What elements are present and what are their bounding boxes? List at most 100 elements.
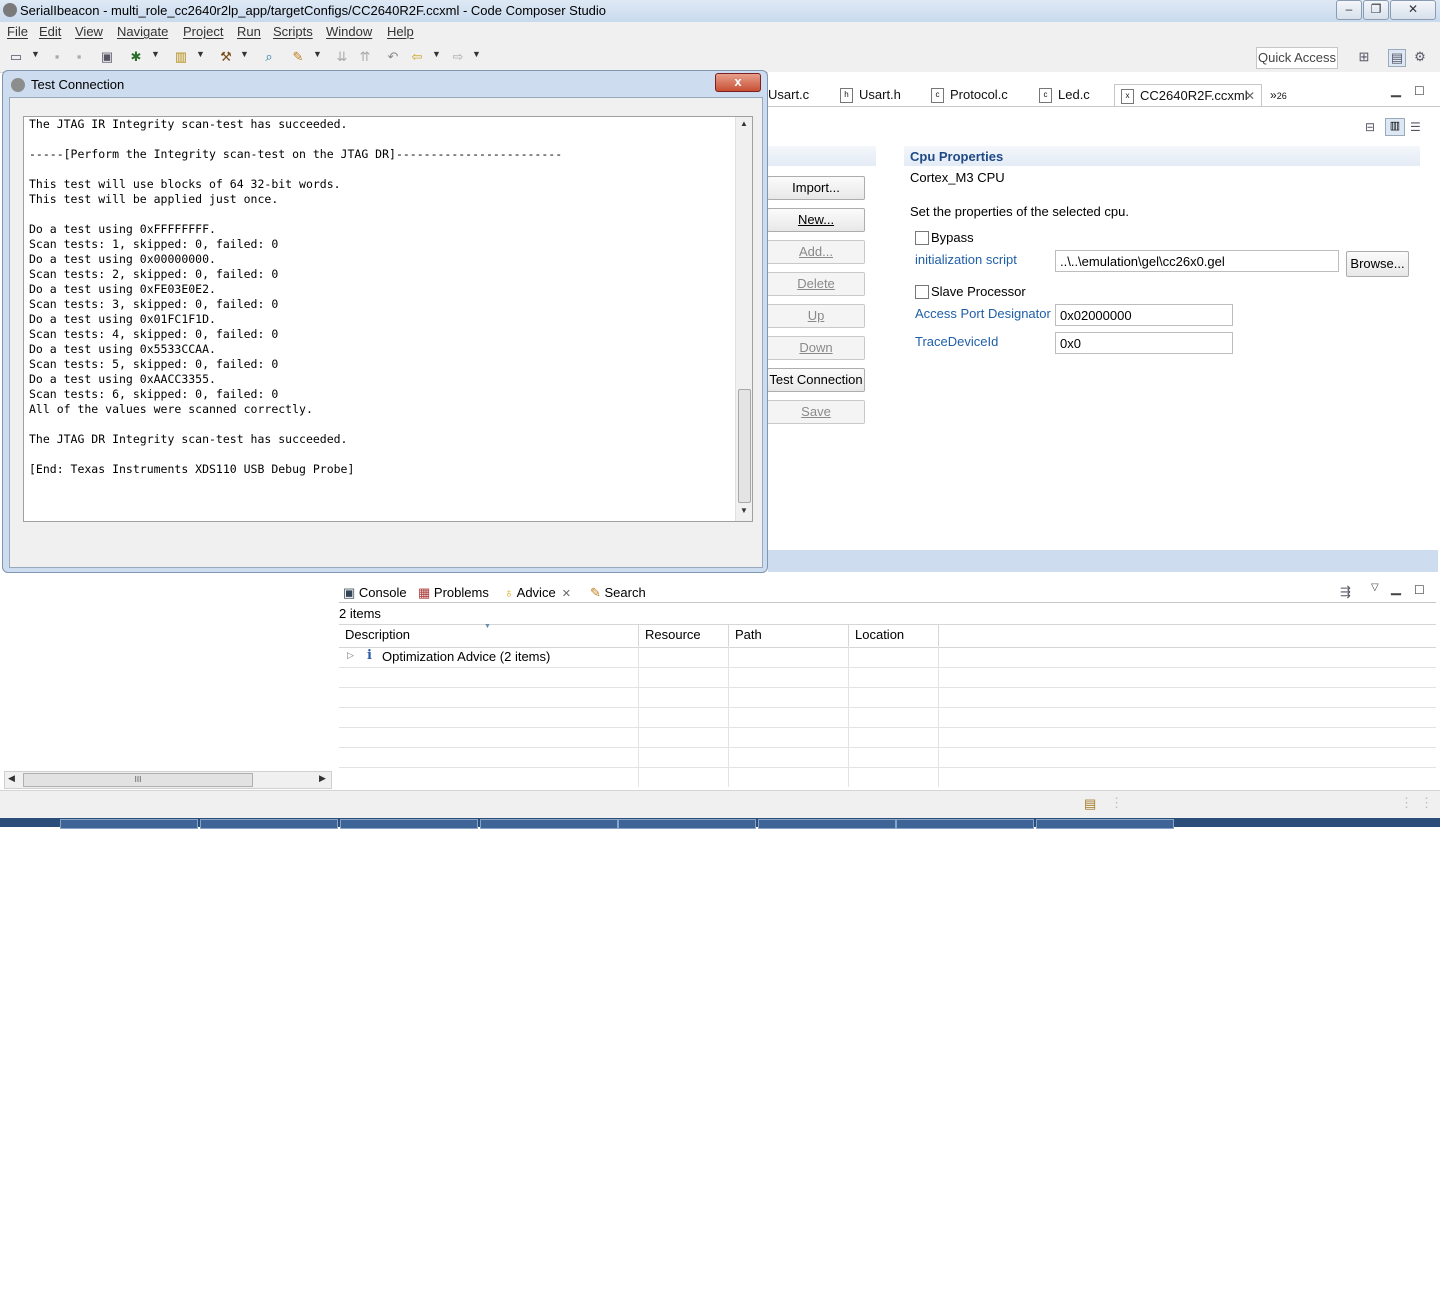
dropdown-arrow-icon[interactable]: ▼ (151, 49, 160, 59)
test-connection-button[interactable]: Test Connection (767, 368, 865, 392)
view-menu-icon[interactable]: ▽ (1371, 582, 1379, 593)
save-icon[interactable]: ▪ (49, 49, 65, 65)
tab-problems[interactable]: ▦ Problems (418, 584, 489, 602)
column-location[interactable]: Location (849, 624, 939, 646)
tab-protocol-c[interactable]: c Protocol.c (931, 84, 1008, 106)
list-icon[interactable]: ☰ (1410, 120, 1421, 134)
hammer-icon[interactable]: ⚒ (218, 49, 234, 65)
menu-edit[interactable]: Edit (39, 24, 61, 39)
next-annotation-icon[interactable]: ⇊ (334, 49, 350, 65)
taskbar-item[interactable] (896, 819, 1034, 829)
forward-icon[interactable]: ⇨ (450, 49, 466, 65)
menu-navigate[interactable]: Navigate (117, 24, 168, 39)
layout-icon[interactable]: ▥ (1385, 118, 1405, 136)
log-vertical-scrollbar[interactable]: ▲ ▼ (735, 117, 752, 521)
tab-overflow[interactable]: »26 (1270, 84, 1287, 106)
slave-processor-checkbox[interactable] (915, 285, 929, 299)
menu-view[interactable]: View (75, 24, 103, 39)
back-icon[interactable]: ⇦ (409, 49, 425, 65)
tab-usart-c[interactable]: Usart.c (768, 84, 809, 106)
column-resource[interactable]: Resource (639, 624, 729, 646)
restore-button[interactable]: ❐ (1363, 0, 1389, 20)
menu-window[interactable]: Window (326, 24, 372, 39)
tab-led-c[interactable]: c Led.c (1039, 84, 1090, 106)
table-row[interactable]: ▷ i Optimization Advice (2 items) (339, 647, 1436, 667)
taskbar-item[interactable] (480, 819, 618, 829)
build-status-icon[interactable]: ▤ (1084, 796, 1096, 812)
save-button[interactable]: Save (767, 400, 865, 424)
scroll-right-icon[interactable]: ▶ (319, 773, 326, 784)
window-close-button[interactable]: ✕ (1390, 0, 1436, 20)
quick-access-field[interactable]: Quick Access (1256, 47, 1338, 69)
dropdown-arrow-icon[interactable]: ▼ (31, 49, 40, 59)
dropdown-arrow-icon[interactable]: ▼ (240, 49, 249, 59)
ccs-debug-perspective-icon[interactable]: ⚙ (1412, 49, 1428, 65)
last-edit-icon[interactable]: ↶ (385, 49, 401, 65)
scroll-up-icon[interactable]: ▲ (740, 119, 748, 128)
access-port-field[interactable]: 0x02000000 (1055, 304, 1233, 326)
flash-icon[interactable]: ✎ (290, 49, 306, 65)
debug-icon[interactable]: ✱ (128, 49, 144, 65)
add-button[interactable]: Add... (767, 240, 865, 264)
menu-run[interactable]: Run (237, 24, 261, 39)
search-icon[interactable]: ⌕ (261, 49, 277, 65)
build-icon[interactable]: ▥ (173, 49, 189, 65)
import-button[interactable]: Import... (767, 176, 865, 200)
taskbar-item[interactable] (340, 819, 478, 829)
browse-button[interactable]: Browse... (1346, 251, 1409, 277)
trace-device-field[interactable]: 0x0 (1055, 332, 1233, 354)
menu-project[interactable]: Project (183, 24, 223, 39)
tab-cc2640r2f-ccxml[interactable]: x CC2640R2F.ccxml ✕ (1114, 84, 1262, 106)
scrollbar-thumb[interactable]: III (23, 773, 253, 787)
taskbar-item[interactable] (758, 819, 896, 829)
filter-icon[interactable]: ⇶ (1340, 584, 1351, 600)
delete-button[interactable]: Delete (767, 272, 865, 296)
close-tab-icon[interactable]: ✕ (562, 588, 571, 600)
tab-label: Usart.c (768, 87, 810, 102)
taskbar-item[interactable] (1036, 819, 1174, 829)
down-button[interactable]: Down (767, 336, 865, 360)
tab-advice[interactable]: ♁ Advice ✕ (504, 584, 571, 603)
open-perspective-icon[interactable]: ⊞ (1356, 49, 1372, 65)
terminal-icon[interactable]: ▣ (99, 49, 115, 65)
new-file-icon[interactable]: ▭ (8, 49, 24, 65)
dropdown-arrow-icon[interactable]: ▼ (196, 49, 205, 59)
init-script-field[interactable]: ..\..\emulation\gel\cc26x0.gel (1055, 250, 1339, 272)
dialog-close-button[interactable]: x (715, 73, 761, 92)
minimize-editor-icon[interactable]: ▁ (1391, 82, 1401, 98)
column-divider (938, 646, 939, 787)
bypass-checkbox[interactable] (915, 231, 929, 245)
panel-divider (339, 602, 1436, 603)
horizontal-scrollbar[interactable]: ◀ III ▶ (4, 771, 332, 789)
maximize-editor-icon[interactable]: ☐ (1414, 84, 1425, 98)
scroll-left-icon[interactable]: ◀ (8, 773, 15, 784)
up-button[interactable]: Up (767, 304, 865, 328)
tab-console[interactable]: ▣ Console (343, 584, 407, 602)
close-tab-icon[interactable]: ✕ (1245, 85, 1255, 107)
taskbar-item[interactable] (60, 819, 198, 829)
collapse-icon[interactable]: ⊟ (1365, 120, 1375, 134)
taskbar-item[interactable] (200, 819, 338, 829)
dropdown-arrow-icon[interactable]: ▼ (432, 49, 441, 59)
column-path[interactable]: Path (729, 624, 849, 646)
expand-arrow-icon[interactable]: ▷ (347, 650, 354, 661)
new-button[interactable]: New... (767, 208, 865, 232)
dropdown-arrow-icon[interactable]: ▼ (472, 49, 481, 59)
minimize-panel-icon[interactable]: ▁ (1391, 580, 1401, 596)
ccs-edit-perspective-icon[interactable]: ▤ (1388, 49, 1406, 67)
save-all-icon[interactable]: ▪ (71, 49, 87, 65)
menu-bar: File Edit View Navigate Project Run Scri… (0, 22, 1440, 42)
prev-annotation-icon[interactable]: ⇈ (357, 49, 373, 65)
dropdown-arrow-icon[interactable]: ▼ (313, 49, 322, 59)
maximize-panel-icon[interactable]: ☐ (1414, 583, 1425, 597)
connection-log[interactable]: The JTAG IR Integrity scan-test has succ… (23, 116, 753, 522)
menu-scripts[interactable]: Scripts (273, 24, 313, 39)
tab-search[interactable]: ✎ Search (590, 584, 646, 602)
taskbar-item[interactable] (618, 819, 756, 829)
scroll-down-icon[interactable]: ▼ (740, 506, 748, 515)
minimize-button[interactable]: – (1336, 0, 1362, 20)
menu-file[interactable]: File (7, 24, 28, 39)
menu-help[interactable]: Help (387, 24, 414, 39)
log-scroll-thumb[interactable] (738, 389, 751, 503)
tab-usart-h[interactable]: h Usart.h (840, 84, 901, 106)
